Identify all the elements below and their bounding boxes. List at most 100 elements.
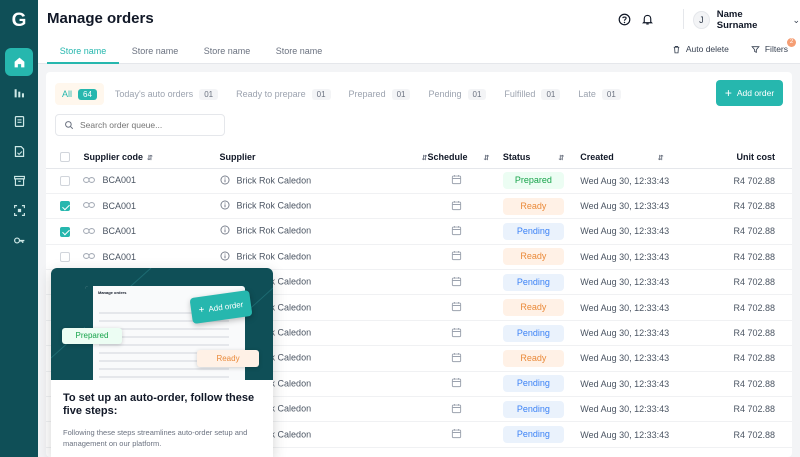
supplier-name: Brick Rok Caledon [236, 251, 312, 262]
link-icon [83, 252, 96, 262]
status-tab[interactable]: Late 01 [571, 83, 627, 105]
auto-delete-button[interactable]: Auto delete [672, 44, 729, 54]
help-icon[interactable] [617, 12, 631, 26]
table-row[interactable]: BCA001 Brick Rok Caledon Pending Wed Aug 30… [46, 218, 792, 245]
scan-icon[interactable] [5, 196, 33, 224]
onboarding-title: To set up an auto-order, follow these fi… [63, 392, 255, 417]
home-icon[interactable] [5, 48, 33, 76]
status-tab[interactable]: Fulfilled 01 [497, 83, 567, 105]
tab-store-2[interactable]: Store name [119, 40, 191, 64]
created-date: Wed Aug 30, 12:33:43 [580, 226, 670, 237]
store-tabs: Store name Store name Store name Store n… [47, 40, 335, 64]
status-tab-count: 01 [541, 88, 561, 100]
status-badge: Pending [502, 426, 564, 444]
search-box[interactable] [55, 114, 225, 136]
sort-icon[interactable]: ⇵ [658, 155, 664, 162]
status-tab-label: Prepared [348, 89, 386, 99]
onboarding-description: Following these steps streamlines auto-o… [63, 428, 248, 448]
calendar-icon[interactable] [451, 378, 462, 390]
calendar-icon[interactable] [451, 302, 462, 314]
status-badge: Ready [502, 299, 564, 317]
status-tab[interactable]: Prepared 01 [342, 83, 418, 105]
calendar-icon[interactable] [451, 200, 462, 213]
calendar-icon[interactable] [451, 276, 462, 289]
unit-cost: R4 702.88 [733, 277, 775, 288]
row-checkbox[interactable] [60, 201, 70, 212]
col-created[interactable]: Created ⇵ [580, 146, 697, 169]
calendar-icon[interactable] [451, 327, 462, 340]
info-icon [220, 200, 230, 212]
status-tab[interactable]: Pending 01 [421, 83, 493, 105]
search-input[interactable] [80, 120, 210, 130]
calendar-icon[interactable] [451, 175, 462, 187]
col-unit-cost[interactable]: Unit cost [696, 146, 792, 169]
calendar-icon[interactable] [451, 251, 462, 263]
supplier-code: BCA001 [102, 175, 136, 186]
table-row[interactable]: BCA001 Brick Rok Caledon Ready Wed Aug 30, … [46, 244, 792, 271]
calendar-icon[interactable] [451, 226, 462, 238]
created-date: Wed Aug 30, 12:33:43 [580, 277, 670, 288]
key-icon[interactable] [5, 226, 33, 254]
created-date: Wed Aug 30, 12:33:43 [580, 175, 670, 186]
status-tab[interactable]: Today's auto orders 01 [108, 83, 225, 105]
info-icon [220, 225, 230, 237]
calendar-icon[interactable] [451, 429, 462, 441]
table-row[interactable]: BCA001 Brick Rok Caledon Prepared Wed Aug 3… [46, 168, 792, 194]
trash-icon [673, 45, 680, 53]
created-date: Wed Aug 30, 12:33:43 [580, 378, 670, 389]
status-tab-label: All [62, 89, 73, 99]
archive-icon[interactable] [5, 166, 33, 194]
table-header-row: Supplier code ⇵ Supplier ⇵ Schedule ⇵ Statu… [46, 146, 792, 169]
calendar-icon[interactable] [451, 352, 462, 365]
filter-icon [751, 45, 760, 53]
row-checkbox[interactable] [60, 226, 70, 237]
mock-title: Manage orders [98, 290, 127, 295]
created-date: Wed Aug 30, 12:33:43 [580, 251, 670, 262]
unit-cost: R4 702.88 [733, 175, 775, 186]
add-order-button[interactable]: + Add order [716, 80, 783, 106]
tab-store-3[interactable]: Store name [191, 40, 263, 64]
sort-icon[interactable]: ⇵ [483, 155, 489, 162]
table-row[interactable]: BCA001 Brick Rok Caledon Ready Wed Aug 30, … [46, 193, 792, 220]
mock-ready-pill: Ready [197, 350, 259, 367]
auto-delete-label: Auto delete [685, 44, 729, 54]
supplier-name: Brick Rok Caledon [236, 175, 312, 186]
status-tab[interactable]: Ready to prepare 01 [229, 83, 337, 105]
select-all-checkbox[interactable] [60, 152, 70, 163]
filters-button[interactable]: Filters 2 [751, 38, 796, 54]
unit-cost: R4 702.88 [733, 404, 775, 415]
status-badge: Pending [502, 324, 564, 342]
document-icon[interactable] [5, 107, 33, 135]
sort-icon: ⇵ [146, 154, 153, 162]
col-supplier-code[interactable]: Supplier code ⇵ [83, 146, 220, 169]
supplier-code: BCA001 [102, 200, 136, 211]
user-menu[interactable]: J Name Surname ⌄ [693, 9, 800, 31]
unit-cost: R4 702.88 [733, 251, 775, 262]
tab-store-1[interactable]: Store name [47, 40, 119, 64]
info-icon [220, 175, 230, 187]
calendar-icon[interactable] [451, 403, 462, 416]
file-check-icon[interactable] [5, 137, 33, 165]
tab-store-4[interactable]: Store name [263, 40, 335, 64]
status-tab[interactable]: All 64 [55, 83, 104, 105]
bell-icon[interactable] [640, 12, 654, 26]
unit-cost: R4 702.88 [733, 429, 775, 440]
supplier-name: Brick Rok Caledon [236, 225, 312, 236]
sidebar: G [0, 0, 38, 457]
sort-icon[interactable]: ⇵ [558, 155, 564, 162]
search-icon [65, 121, 74, 130]
col-status[interactable]: Status ⇵ [502, 146, 581, 169]
link-icon [83, 201, 96, 211]
status-tab-label: Fulfilled [504, 89, 536, 99]
created-date: Wed Aug 30, 12:33:43 [580, 302, 670, 313]
created-date: Wed Aug 30, 12:33:43 [580, 353, 670, 364]
col-schedule[interactable]: Schedule ⇵ [427, 146, 503, 169]
row-checkbox[interactable] [60, 176, 70, 186]
header-divider [683, 9, 684, 29]
bar-chart-icon[interactable] [5, 78, 33, 106]
status-tab-count: 01 [311, 88, 331, 100]
row-checkbox[interactable] [60, 252, 70, 263]
supplier-code: BCA001 [102, 226, 136, 237]
filters-label: Filters [764, 44, 788, 54]
col-supplier[interactable]: Supplier ⇵ [219, 146, 428, 169]
